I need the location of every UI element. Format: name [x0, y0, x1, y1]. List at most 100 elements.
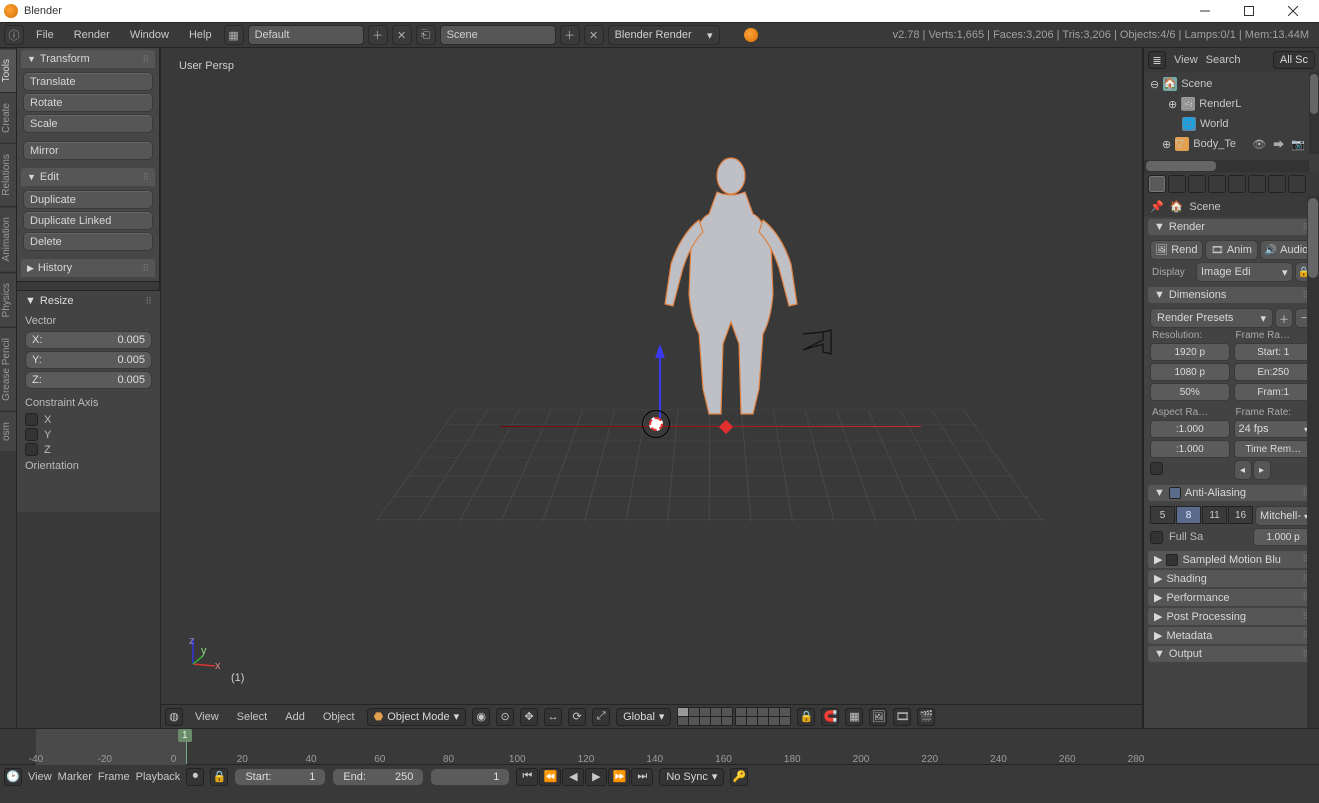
scene-browse-icon[interactable]: ⎗ — [416, 25, 436, 45]
auto-keyframe-icon[interactable]: ⏺ — [186, 768, 204, 786]
minimize-button[interactable] — [1183, 0, 1227, 22]
remap-new-icon[interactable]: ▸ — [1253, 460, 1271, 480]
tl-menu-frame[interactable]: Frame — [98, 771, 130, 783]
tl-menu-playback[interactable]: Playback — [136, 771, 181, 783]
time-remap-field[interactable]: Time Rem… — [1234, 440, 1314, 458]
tl-menu-view[interactable]: View — [28, 771, 52, 783]
render-border-icon[interactable]: 🖼 — [869, 708, 887, 726]
vector-z-field[interactable]: Z:0.005 — [25, 371, 152, 389]
scene-delete-icon[interactable]: ✕ — [584, 25, 604, 45]
duplicate-linked-button[interactable]: Duplicate Linked — [23, 211, 153, 230]
vtab-animation[interactable]: Animation — [0, 206, 16, 271]
display-select[interactable]: Image Edi▾ — [1196, 262, 1293, 282]
keying-set-icon[interactable]: 🔒 — [210, 768, 228, 786]
selected-mesh-object[interactable] — [581, 154, 881, 434]
jump-start-icon[interactable]: ⏮ — [516, 768, 538, 786]
tl-menu-marker[interactable]: Marker — [58, 771, 92, 783]
screen-layout-icon[interactable]: ▦ — [224, 25, 244, 45]
jump-end-icon[interactable]: ⏭ — [631, 768, 653, 786]
vtab-greasepencil[interactable]: Grease Pencil — [0, 327, 16, 411]
outliner-display-select[interactable]: All Sc — [1273, 51, 1315, 69]
aa-filter-select[interactable]: Mitchell-▾ — [1255, 506, 1313, 526]
duplicate-button[interactable]: Duplicate — [23, 190, 153, 209]
snap-type-icon[interactable]: ▦ — [845, 708, 863, 726]
pin-icon[interactable]: 📌 — [1150, 200, 1164, 213]
border-checkbox[interactable] — [1150, 462, 1230, 475]
manip-rotate-icon[interactable]: ⟳ — [568, 708, 586, 726]
opengl-anim-icon[interactable]: 🎬 — [917, 708, 935, 726]
layout-add-icon[interactable]: ＋ — [368, 25, 388, 45]
aa-16[interactable]: 16 — [1228, 506, 1253, 524]
panel-render-header[interactable]: ▼Render⠿ — [1148, 219, 1315, 235]
menu-file[interactable]: File — [28, 29, 62, 41]
editor-type-3dview-icon[interactable]: ◍ — [165, 708, 183, 726]
properties-scrollbar[interactable] — [1307, 196, 1319, 728]
frame-end-field[interactable]: En:250 — [1234, 363, 1314, 381]
outliner-hscroll[interactable] — [1144, 160, 1309, 172]
vtab-relations[interactable]: Relations — [0, 143, 16, 206]
editor-type-info-icon[interactable]: ⓘ — [4, 25, 24, 45]
prop-tab-renderlayers-icon[interactable] — [1168, 175, 1186, 193]
rotate-button[interactable]: Rotate — [23, 93, 153, 112]
panel-metadata-header[interactable]: ▶Metadata⠿ — [1148, 627, 1315, 644]
aa-5[interactable]: 5 — [1150, 506, 1175, 524]
panel-motionblur-header[interactable]: ▶Sampled Motion Blu⠿ — [1148, 551, 1315, 568]
aa-enable-checkbox[interactable] — [1169, 487, 1181, 499]
outliner-restrict-icons[interactable]: 👁 ⮕ 📷 — [1252, 136, 1307, 152]
keyframe-next-icon[interactable]: ⏩ — [608, 768, 630, 786]
outliner-tree[interactable]: ⊖🏠Scene ⊕🖼RenderL 🌐World ⊕▽Body_Te 👁 ⮕ 📷 — [1144, 72, 1319, 172]
play-forward-icon[interactable]: ▶ — [585, 768, 607, 786]
prop-tab-data-icon[interactable] — [1288, 175, 1306, 193]
vtab-tools[interactable]: Tools — [0, 48, 16, 92]
menu-help[interactable]: Help — [181, 29, 220, 41]
timeline-ruler[interactable]: 1 -40-2002040608010012014016018020022024… — [0, 728, 1319, 764]
editor-type-timeline-icon[interactable]: 🕑 — [4, 768, 22, 786]
3d-viewport[interactable]: User Persp x z — [160, 48, 1143, 728]
autokey-toggle-icon[interactable]: 🔑 — [730, 768, 748, 786]
layout-delete-icon[interactable]: ✕ — [392, 25, 412, 45]
lock-camera-icon[interactable]: 🔒 — [797, 708, 815, 726]
opengl-render-icon[interactable]: 🎞 — [893, 708, 911, 726]
aa-8[interactable]: 8 — [1176, 506, 1201, 524]
frame-start-field[interactable]: Start: 1 — [1234, 343, 1314, 361]
translate-button[interactable]: Translate — [23, 72, 153, 91]
constraint-y-checkbox[interactable]: Y — [25, 428, 152, 441]
panel-shading-header[interactable]: ▶Shading⠿ — [1148, 570, 1315, 587]
prop-tab-constraints-icon[interactable] — [1248, 175, 1266, 193]
orientation-select[interactable]: Global▾ — [616, 708, 671, 726]
prop-tab-render-icon[interactable] — [1148, 175, 1166, 193]
vtab-osm[interactable]: osm — [0, 411, 16, 451]
render-anim-button[interactable]: 🎞Anim — [1205, 240, 1258, 260]
vector-y-field[interactable]: Y:0.005 — [25, 351, 152, 369]
prop-tab-world-icon[interactable] — [1208, 175, 1226, 193]
panel-postprocessing-header[interactable]: ▶Post Processing⠿ — [1148, 608, 1315, 625]
vp-menu-object[interactable]: Object — [317, 711, 361, 723]
prop-tab-scene-icon[interactable] — [1188, 175, 1206, 193]
shading-select-icon[interactable]: ◉ — [472, 708, 490, 726]
constraint-z-checkbox[interactable]: Z — [25, 443, 152, 456]
current-frame-field[interactable]: 1 — [430, 768, 510, 786]
full-sample-checkbox[interactable]: Full Sa — [1150, 530, 1251, 544]
panel-performance-header[interactable]: ▶Performance⠿ — [1148, 589, 1315, 606]
keyframe-prev-icon[interactable]: ⏪ — [539, 768, 561, 786]
editor-type-outliner-icon[interactable]: ≣ — [1148, 51, 1166, 69]
render-engine-select[interactable]: Blender Render▾ — [608, 25, 720, 45]
outliner-vscroll[interactable] — [1309, 72, 1319, 154]
scale-button[interactable]: Scale — [23, 114, 153, 133]
start-frame-field[interactable]: Start:1 — [234, 768, 326, 786]
aspect-y-field[interactable]: :1.000 — [1150, 440, 1230, 458]
vp-menu-select[interactable]: Select — [231, 711, 274, 723]
snap-toggle-icon[interactable]: 🧲 — [821, 708, 839, 726]
res-y-field[interactable]: 1080 p — [1150, 363, 1230, 381]
aa-11[interactable]: 11 — [1202, 506, 1227, 524]
end-frame-field[interactable]: End:250 — [332, 768, 424, 786]
camera-object-icon[interactable] — [801, 328, 833, 356]
screen-layout-select[interactable]: Default — [248, 25, 364, 45]
play-reverse-icon[interactable]: ◀ — [562, 768, 584, 786]
delete-button[interactable]: Delete — [23, 232, 153, 251]
sync-mode-select[interactable]: No Sync▾ — [659, 768, 724, 786]
render-presets-select[interactable]: Render Presets▾ — [1150, 308, 1273, 328]
vtab-physics[interactable]: Physics — [0, 272, 16, 327]
menu-window[interactable]: Window — [122, 29, 177, 41]
layer-buttons[interactable] — [677, 707, 791, 726]
